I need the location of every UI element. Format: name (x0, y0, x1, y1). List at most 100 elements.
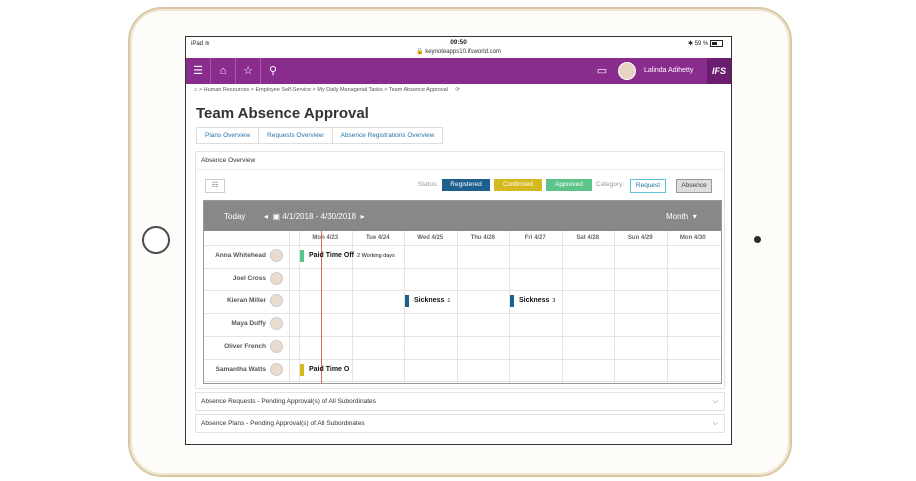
status-stripe (300, 250, 304, 262)
event-label: Sickness (414, 297, 445, 305)
employee-avatar (270, 317, 283, 331)
page-title: Team Absence Approval (196, 105, 369, 122)
event-duration: 2 Working days (357, 253, 395, 259)
absence-overview-panel: Absence Overview ☷ Status: Registered Co… (195, 151, 725, 389)
employee-name[interactable]: Oliver French (204, 343, 266, 350)
employee-name[interactable]: Kieran Miller (204, 297, 266, 304)
grid-line (204, 381, 721, 383)
grid-line (204, 335, 721, 337)
calendar-icon: ▣ (272, 212, 281, 221)
status-confirmed[interactable]: Confirmed (494, 179, 542, 191)
screen: iPad ≋ 09:50 🔒 keynoteapps10.ifsworld.co… (185, 36, 732, 445)
bluetooth-icon: ✱ (687, 41, 693, 48)
grid-line (666, 231, 668, 383)
status-stripe (405, 295, 409, 308)
home-icon[interactable]: ⌂ (211, 58, 236, 84)
star-icon[interactable]: ☆ (236, 58, 261, 84)
panel-title: Absence Overview (201, 157, 256, 164)
breadcrumb-item[interactable]: Employee Self-Service (255, 87, 311, 93)
refresh-icon[interactable]: ⟳ (455, 87, 460, 93)
tab-absence-registrations-overview[interactable]: Absence Registrations Overview (333, 128, 443, 143)
status-label: Status: (417, 181, 439, 188)
home-icon[interactable]: ⌂ (194, 87, 197, 93)
employee-avatar (270, 271, 283, 285)
chevron-down-icon: ⌵ (712, 420, 718, 427)
url-bar[interactable]: 🔒 keynoteapps10.ifsworld.com (186, 48, 731, 55)
employee-name[interactable]: Maya Duffy (204, 320, 266, 327)
absence-calendar: Today ◂ ▣ 4/1/2018 - 4/30/2018 ▸ Month ▾… (203, 200, 722, 384)
chevron-down-icon: ⌵ (712, 398, 718, 405)
screen-icon[interactable]: ▭ (590, 58, 614, 84)
day-header: Wed 4/25 (417, 235, 444, 241)
accordion-absence-plans[interactable]: Absence Plans - Pending Approval(s) of A… (195, 414, 725, 433)
today-button[interactable]: Today (224, 212, 245, 221)
employee-avatar (270, 294, 283, 308)
employee-avatar (270, 249, 283, 262)
event-duration: 1 (447, 298, 451, 305)
employee-name[interactable]: Anna Whitehead (204, 252, 266, 259)
date-range[interactable]: ◂ ▣ 4/1/2018 - 4/30/2018 ▸ (264, 212, 365, 221)
status-stripe (300, 363, 304, 376)
top-nav-bar: ☰ ⌂ ☆ ⚲ ▭ Lalinda Adihetty IFS (186, 58, 731, 84)
day-header: Sat 4/28 (576, 235, 600, 241)
user-name[interactable]: Lalinda Adihetty (644, 58, 704, 84)
accordion-absence-requests[interactable]: Absence Requests - Pending Approval(s) o… (195, 392, 725, 411)
status-approved[interactable]: Approved (546, 179, 592, 191)
employee-avatar (270, 362, 283, 376)
grid-line (204, 313, 721, 315)
ifs-logo: IFS (707, 58, 731, 84)
category-absence[interactable]: Absence (676, 179, 712, 193)
breadcrumb: ⌂ > Human Resources > Employee Self-Serv… (194, 87, 460, 93)
category-label: Category: (595, 181, 625, 188)
view-select[interactable]: Month ▾ (666, 212, 697, 221)
employee-name[interactable]: Joel Cross (204, 275, 266, 282)
event-label: Sickness (519, 297, 550, 305)
category-request[interactable]: Request (630, 179, 666, 193)
employee-name[interactable]: Samantha Watts (204, 366, 266, 373)
day-header: Sun 4/29 (627, 235, 653, 241)
event-duration: 3 (552, 298, 556, 305)
calendar-toolbar: Today ◂ ▣ 4/1/2018 - 4/30/2018 ▸ Month ▾ (204, 201, 721, 231)
status-registered[interactable]: Registered (442, 179, 490, 191)
absence-event[interactable]: Sickness 3 (510, 295, 562, 308)
home-button[interactable] (142, 226, 170, 254)
breadcrumb-item[interactable]: Human Resources (204, 87, 250, 93)
event-label: Paid Time O (309, 365, 350, 373)
battery-status: ✱ 59 % (688, 40, 723, 47)
tab-plans-overview[interactable]: Plans Overview (197, 128, 260, 143)
day-header: Fri 4/27 (524, 235, 546, 241)
absence-event[interactable]: Paid Time O (300, 363, 350, 376)
grid-line (204, 290, 721, 292)
next-icon[interactable]: ▸ (361, 212, 365, 221)
battery-icon (710, 40, 723, 47)
day-header: Tue 4/24 (365, 235, 390, 241)
grid-line (614, 231, 615, 383)
user-avatar[interactable] (618, 62, 636, 80)
status-stripe (510, 295, 514, 308)
breadcrumb-item: Team Absence Approval (388, 87, 448, 93)
day-header: Thu 4/26 (470, 235, 495, 241)
camera (754, 236, 761, 243)
grid-line (204, 245, 721, 246)
absence-event[interactable]: Sickness 1 (405, 295, 457, 308)
day-header: Mon 4/23 (312, 235, 339, 241)
tab-requests-overview[interactable]: Requests Overview (259, 128, 333, 143)
grid-line (204, 358, 721, 360)
menu-icon[interactable]: ☰ (186, 58, 211, 84)
status-bar: iPad ≋ 09:50 🔒 keynoteapps10.ifsworld.co… (186, 37, 731, 58)
absence-event[interactable]: Paid Time Off 2 Working days (300, 250, 408, 262)
search-icon[interactable]: ⚲ (261, 58, 285, 84)
breadcrumb-item[interactable]: My Daily Managerial Tasks (317, 87, 382, 93)
list-view-button[interactable]: ☷ (205, 179, 225, 193)
employee-avatar (270, 339, 283, 353)
day-header: Mon 4/30 (679, 235, 706, 241)
prev-icon[interactable]: ◂ (264, 212, 268, 221)
status-time: 09:50 (450, 39, 467, 46)
accordion-title: Absence Requests - Pending Approval(s) o… (201, 398, 376, 405)
calendar-grid: Mon 4/23 Tue 4/24 Wed 4/25 Thu 4/26 Fri 4/27… (204, 231, 721, 383)
event-label: Paid Time Off (309, 252, 354, 259)
divider (196, 169, 724, 170)
chevron-down-icon: ▾ (692, 212, 697, 221)
grid-line (204, 267, 721, 269)
tab-bar: Plans Overview Requests Overview Absence… (196, 127, 444, 144)
